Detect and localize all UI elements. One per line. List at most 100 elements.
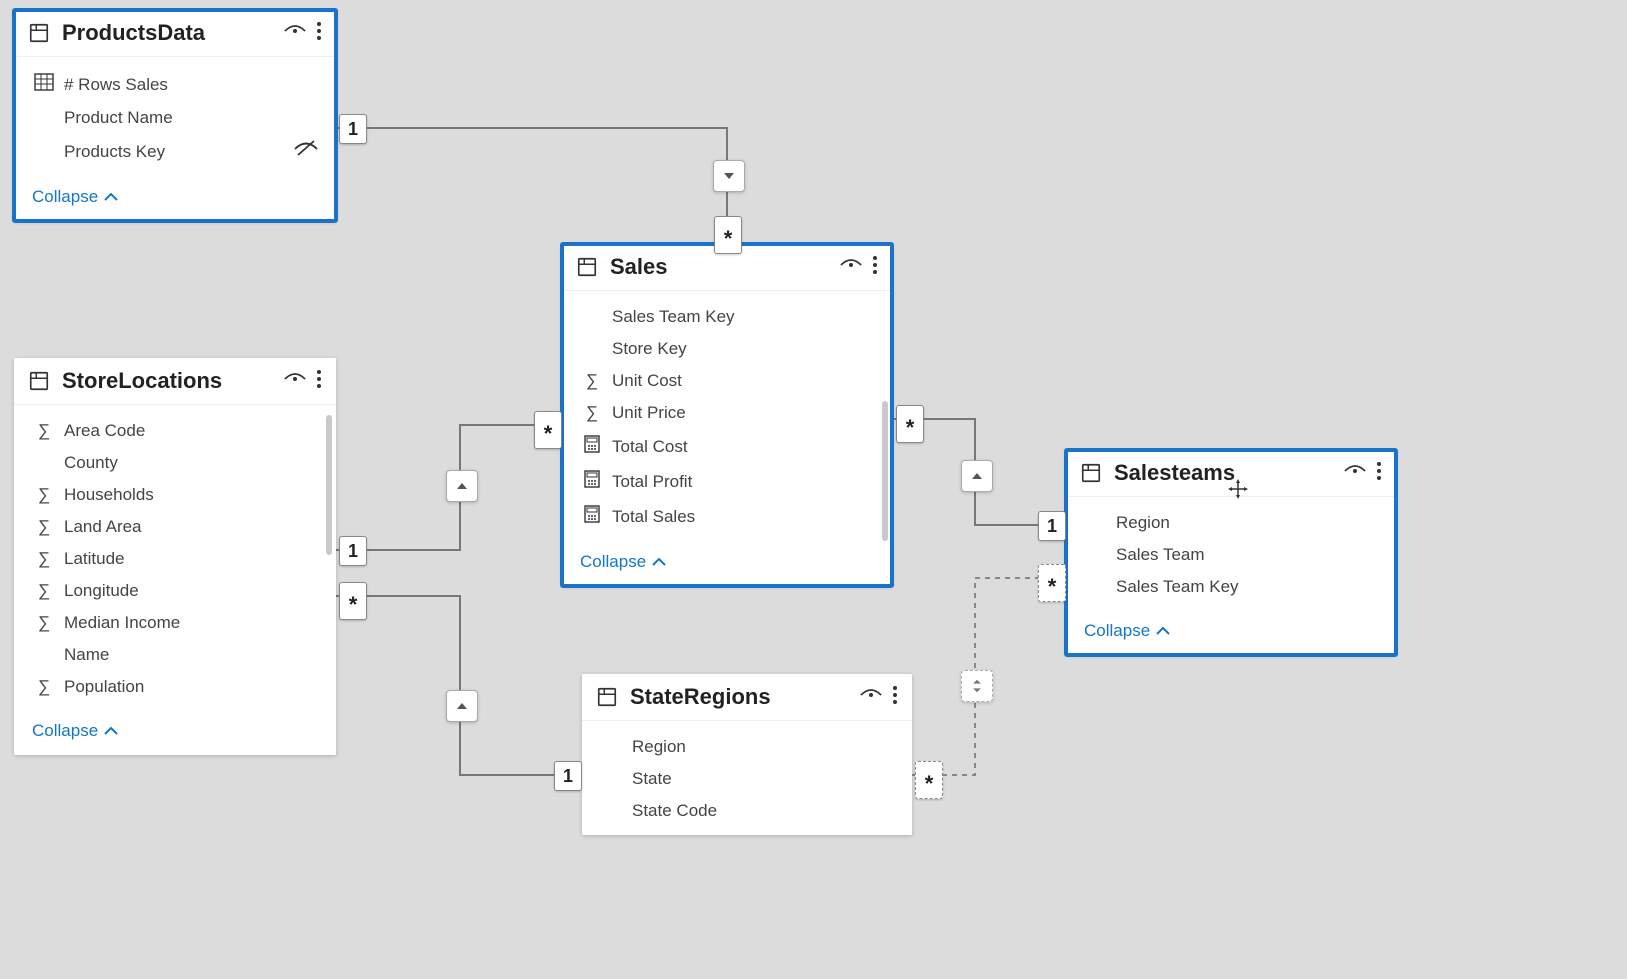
card-body: Sales Team Key Store Key ∑ Unit Cost ∑Uni… <box>562 291 892 542</box>
scrollbar[interactable] <box>326 415 332 555</box>
field-row[interactable]: Total Sales <box>562 499 892 534</box>
scrollbar[interactable] <box>882 401 888 541</box>
cardinality-many: * <box>1038 564 1066 602</box>
field-row[interactable]: ∑ Unit Cost <box>562 365 892 397</box>
field-row[interactable]: County <box>14 447 336 479</box>
field-name: Sales Team <box>1116 545 1378 565</box>
field-name: Area Code <box>64 421 318 441</box>
field-name: Land Area <box>64 517 318 537</box>
card-header[interactable]: StateRegions <box>582 674 912 721</box>
chevron-up-icon <box>1156 626 1170 636</box>
field-row[interactable]: ∑ Longitude <box>14 575 336 607</box>
field-name: State Code <box>632 801 894 821</box>
field-name: Products Key <box>64 142 294 162</box>
visibility-toggle-icon[interactable] <box>840 256 862 279</box>
visibility-toggle-icon[interactable] <box>284 22 306 45</box>
cardinality-many: * <box>896 405 924 443</box>
field-name: Store Key <box>612 339 874 359</box>
sigma-icon: ∑ <box>32 421 56 441</box>
visibility-toggle-icon[interactable] <box>284 370 306 393</box>
field-row[interactable]: ∑Population <box>14 671 336 703</box>
field-row[interactable]: Region <box>582 731 912 763</box>
collapse-button[interactable]: Collapse <box>1066 611 1396 655</box>
measure-table-icon <box>32 73 56 96</box>
cardinality-many: * <box>339 582 367 620</box>
collapse-button[interactable]: Collapse <box>14 711 336 755</box>
field-row[interactable]: # Rows Sales <box>14 67 336 102</box>
table-card-storelocations[interactable]: StoreLocations ∑ Area Code County ∑Househ… <box>14 358 336 755</box>
more-options-icon[interactable] <box>872 255 878 280</box>
visibility-toggle-icon[interactable] <box>860 686 882 709</box>
field-row[interactable]: Store Key <box>562 333 892 365</box>
card-header[interactable]: Salesteams <box>1066 450 1396 497</box>
field-name: Population <box>64 677 318 697</box>
field-row[interactable]: ∑Unit Price <box>562 397 892 429</box>
filter-direction-icon[interactable] <box>713 160 745 192</box>
filter-direction-icon[interactable] <box>446 470 478 502</box>
cardinality-one: 1 <box>1038 511 1066 541</box>
table-card-sales[interactable]: Sales Sales Team Key Store Key ∑ Unit Cos… <box>562 244 892 586</box>
sigma-icon: ∑ <box>580 371 604 391</box>
sigma-icon: ∑ <box>32 581 56 601</box>
table-title: StateRegions <box>630 684 850 710</box>
card-body: Region State State Code <box>582 721 912 835</box>
hidden-field-icon[interactable] <box>294 140 318 163</box>
collapse-label: Collapse <box>32 187 98 207</box>
table-card-stateregions[interactable]: StateRegions Region State State Code <box>582 674 912 835</box>
field-name: Total Sales <box>612 507 874 527</box>
field-row[interactable]: Sales Team Key <box>1066 571 1396 603</box>
field-row[interactable]: ∑ Area Code <box>14 415 336 447</box>
field-row[interactable]: State Code <box>582 795 912 827</box>
collapse-label: Collapse <box>580 552 646 572</box>
field-row[interactable]: Total Cost <box>562 429 892 464</box>
card-header[interactable]: StoreLocations <box>14 358 336 405</box>
more-options-icon[interactable] <box>316 21 322 46</box>
collapse-label: Collapse <box>32 721 98 741</box>
table-icon <box>28 370 50 392</box>
table-icon <box>576 256 598 278</box>
field-row[interactable]: ∑Land Area <box>14 511 336 543</box>
cardinality-many: * <box>915 761 943 799</box>
field-row[interactable]: ∑Median Income <box>14 607 336 639</box>
filter-direction-both-icon[interactable] <box>961 670 993 702</box>
field-name: Unit Price <box>612 403 874 423</box>
field-name: Name <box>64 645 318 665</box>
visibility-toggle-icon[interactable] <box>1344 462 1366 485</box>
table-icon <box>28 22 50 44</box>
table-card-salesteams[interactable]: Salesteams Region Sales Team Sales Team … <box>1066 450 1396 655</box>
filter-direction-icon[interactable] <box>446 690 478 722</box>
sigma-icon: ∑ <box>32 485 56 505</box>
table-title: ProductsData <box>62 20 274 46</box>
table-card-productsdata[interactable]: ProductsData # Rows Sales Product Name P… <box>14 10 336 221</box>
field-row[interactable]: Sales Team <box>1066 539 1396 571</box>
table-title: Sales <box>610 254 830 280</box>
more-options-icon[interactable] <box>316 369 322 394</box>
more-options-icon[interactable] <box>892 685 898 710</box>
more-options-icon[interactable] <box>1376 461 1382 486</box>
field-row[interactable]: Name <box>14 639 336 671</box>
card-body: ∑Area Code County ∑Households ∑Land Area… <box>14 405 336 711</box>
field-row[interactable]: Product Name <box>14 102 336 134</box>
field-name: Unit Cost <box>612 371 874 391</box>
card-body: Region Sales Team Sales Team Key <box>1066 497 1396 611</box>
chevron-up-icon <box>652 557 666 567</box>
field-row[interactable]: Region <box>1066 507 1396 539</box>
card-body: # Rows Sales Product Name Products Key <box>14 57 336 177</box>
field-row[interactable]: Sales Team Key <box>562 301 892 333</box>
card-header[interactable]: Sales <box>562 244 892 291</box>
field-row[interactable]: ∑Households <box>14 479 336 511</box>
field-name: Longitude <box>64 581 318 601</box>
filter-direction-icon[interactable] <box>961 460 993 492</box>
field-name: Total Profit <box>612 472 874 492</box>
calculator-icon <box>580 435 604 458</box>
card-header[interactable]: ProductsData <box>14 10 336 57</box>
field-row[interactable]: Total Profit <box>562 464 892 499</box>
collapse-button[interactable]: Collapse <box>14 177 336 221</box>
field-row[interactable]: Products Key <box>14 134 336 169</box>
field-row[interactable]: ∑Latitude <box>14 543 336 575</box>
field-row[interactable]: State <box>582 763 912 795</box>
cardinality-one: 1 <box>339 536 367 566</box>
collapse-button[interactable]: Collapse <box>562 542 892 586</box>
table-title: StoreLocations <box>62 368 274 394</box>
field-name: # Rows Sales <box>64 75 318 95</box>
